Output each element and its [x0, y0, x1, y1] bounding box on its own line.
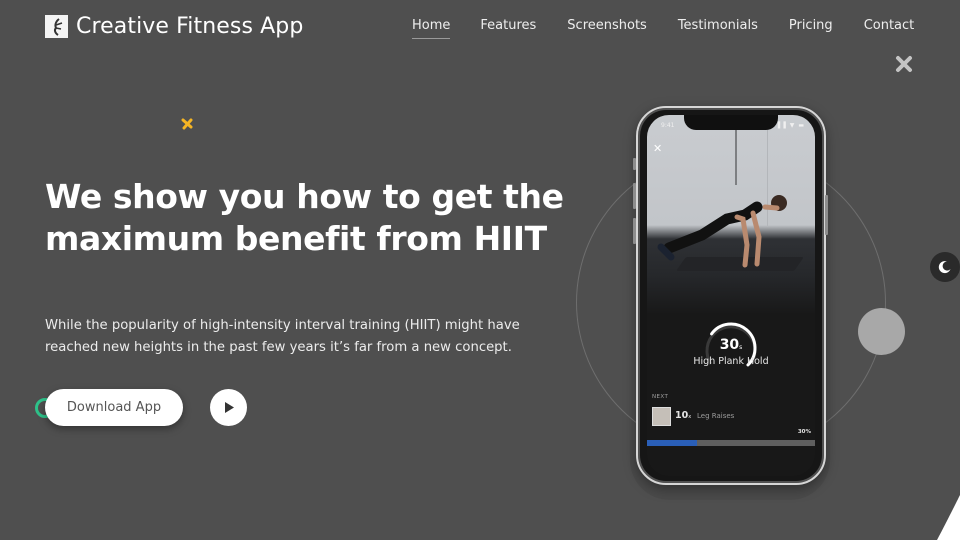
download-app-button[interactable]: Download App [45, 389, 183, 426]
theme-toggle-button[interactable] [930, 252, 960, 282]
nav-testimonials[interactable]: Testimonials [678, 18, 758, 33]
workout-progress-fill [647, 440, 698, 446]
next-reps-number: 10 [675, 410, 689, 421]
phone-volume-down-button [633, 218, 636, 244]
next-exercise-name: Leg Raises [697, 412, 735, 420]
brand[interactable]: Creative Fitness App [45, 14, 303, 39]
phone-mute-button [633, 158, 636, 170]
moon-icon [938, 261, 951, 274]
next-reps: 10x [675, 410, 691, 421]
phone-power-button [825, 195, 828, 235]
timer-unit: s [739, 344, 743, 351]
fitness-logo-icon [45, 15, 68, 38]
nav-pricing[interactable]: Pricing [789, 18, 833, 33]
play-video-button[interactable] [210, 389, 247, 426]
hero-description: While the popularity of high-intensity i… [45, 318, 520, 355]
status-time: 9:41 [661, 122, 675, 129]
timer-number: 30 [719, 337, 740, 353]
nav-screenshots[interactable]: Screenshots [567, 18, 647, 33]
brand-name: Creative Fitness App [76, 14, 304, 39]
phone-notch [684, 115, 778, 130]
workout-photo [647, 115, 815, 315]
hero-title: We show you how to get the maximum benef… [45, 177, 564, 258]
nav-contact[interactable]: Contact [864, 18, 915, 33]
exercise-name: High Plank Hold [693, 356, 769, 367]
next-reps-unit: x [688, 414, 692, 420]
play-icon [224, 402, 234, 413]
screen-close-icon[interactable]: ✕ [653, 142, 662, 155]
workout-progress-bar [647, 440, 815, 446]
next-label: NEXT [652, 394, 669, 400]
nav-features[interactable]: Features [480, 18, 536, 33]
main-nav: Home Features Screenshots Testimonials P… [412, 18, 915, 39]
status-icons: ▐▐ ▼ ▬ [775, 122, 805, 129]
nav-home[interactable]: Home [412, 18, 451, 39]
sparkle-icon [181, 118, 193, 130]
next-exercise-thumbnail [652, 407, 671, 426]
phone-volume-up-button [633, 183, 636, 209]
phone-screen: 9:41 ▐▐ ▼ ▬ ✕ 30s High Plank Hold NEXT 1… [647, 115, 815, 476]
decor-ball [858, 308, 905, 355]
close-icon [896, 56, 912, 72]
timer-value: 30s [647, 337, 815, 353]
athlete-figure [657, 195, 787, 268]
progress-percent: 30% [797, 429, 811, 435]
